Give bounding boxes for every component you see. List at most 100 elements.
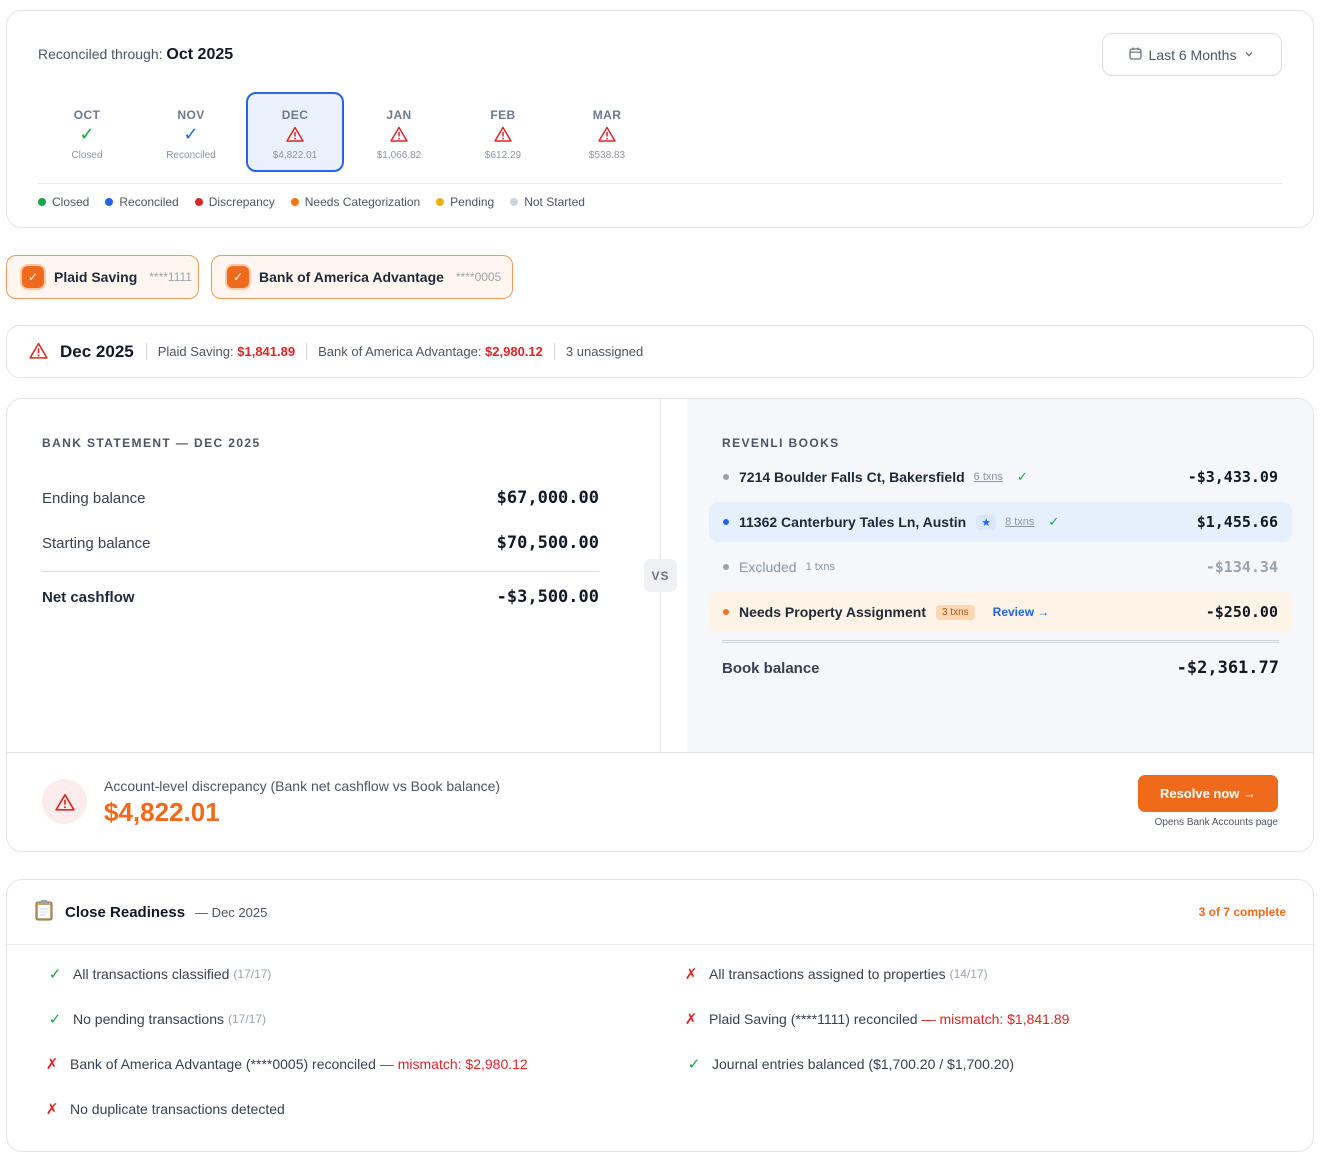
property-amount: $1,455.66	[1196, 513, 1278, 531]
summary-acct1-label: Plaid Saving:	[157, 344, 234, 359]
legend-reconciled: Reconciled	[105, 195, 179, 209]
account-name: Plaid Saving	[54, 269, 138, 285]
checklist-label: Bank of America Advantage (****0005) rec…	[70, 1056, 376, 1072]
account-chip-boa-advantage[interactable]: ✓ Bank of America Advantage ****0005	[211, 255, 513, 299]
star-icon: ★	[976, 514, 997, 530]
property-name: Excluded	[739, 559, 797, 575]
warning-icon	[494, 123, 512, 145]
checklist-detail: (14/17)	[949, 967, 988, 981]
month-oct[interactable]: OCT ✓ Closed	[38, 92, 136, 172]
reconciliation-status-card: Reconciled through: Oct 2025 Last 6 Mont…	[6, 10, 1314, 228]
account-name: Bank of America Advantage	[259, 269, 444, 285]
completion-count: 3 of 7 complete	[1198, 905, 1286, 919]
net-cashflow-value: -$3,500.00	[496, 587, 599, 607]
month-status-text: Closed	[71, 150, 103, 161]
property-name: 11362 Canterbury Tales Ln, Austin	[739, 514, 967, 530]
divider	[42, 571, 599, 572]
month-name: NOV	[177, 108, 205, 122]
summary-acct2-label: Bank of America Advantage:	[318, 344, 482, 359]
checklist-item: ✗ All transactions assigned to propertie…	[681, 965, 988, 983]
month-jan[interactable]: JAN $1,066.82	[350, 92, 448, 172]
check-icon: ✓	[183, 123, 199, 144]
x-icon: ✗	[684, 966, 698, 983]
ending-balance-label: Ending balance	[42, 489, 146, 507]
checklist-detail: (17/17)	[228, 1012, 267, 1026]
checkbox-checked-icon[interactable]: ✓	[227, 266, 249, 288]
checklist-item: ✓ All transactions classified (17/17)	[45, 965, 272, 983]
month-name: DEC	[281, 108, 309, 122]
month-summary-bar: Dec 2025 Plaid Saving: $1,841.89 Bank of…	[6, 325, 1314, 378]
check-icon: ✓	[687, 1056, 701, 1073]
close-readiness-header: Close Readiness — Dec 2025 3 of 7 comple…	[7, 880, 1313, 945]
starting-balance-value: $70,500.00	[496, 533, 599, 553]
month-feb[interactable]: FEB $612.29	[454, 92, 552, 172]
books-pane: REVENLI BOOKS 7214 Boulder Falls Ct, Bak…	[687, 399, 1313, 752]
checklist-label: Journal entries balanced ($1,700.20 / $1…	[712, 1056, 1014, 1072]
divider	[38, 183, 1282, 184]
txns-link[interactable]: 8 txns	[1005, 516, 1034, 528]
starting-balance-label: Starting balance	[42, 534, 151, 552]
property-amount: -$3,433.09	[1187, 468, 1278, 486]
property-amount: -$250.00	[1205, 603, 1278, 621]
checklist-item: ✓ No pending transactions (17/17)	[45, 1010, 266, 1028]
book-row-canterbury-tales[interactable]: 11362 Canterbury Tales Ln, Austin ★ 8 tx…	[709, 502, 1292, 542]
property-name: 7214 Boulder Falls Ct, Bakersfield	[739, 469, 965, 485]
txns-link[interactable]: 6 txns	[974, 471, 1003, 483]
close-readiness-subtitle: — Dec 2025	[195, 904, 268, 920]
chevron-down-icon	[1243, 47, 1255, 63]
review-link[interactable]: Review →	[993, 605, 1050, 619]
account-chip-plaid-saving[interactable]: ✓ Plaid Saving ****1111	[6, 255, 199, 299]
resolve-now-button[interactable]: Resolve now →	[1138, 775, 1278, 812]
checklist-item: ✗ Bank of America Advantage (****0005) r…	[42, 1055, 528, 1073]
book-row-excluded[interactable]: Excluded 1 txns -$134.34	[709, 547, 1292, 587]
account-mask: ****1111	[149, 270, 192, 284]
checklist-item: ✗ No duplicate transactions detected	[42, 1100, 285, 1118]
resolve-note: Opens Bank Accounts page	[1154, 817, 1278, 828]
checklist-item: ✓ Journal entries balanced ($1,700.20 / …	[684, 1055, 1014, 1073]
property-name: Needs Property Assignment	[739, 604, 926, 620]
txns-badge: 3 txns	[935, 604, 975, 620]
account-mask: ****0005	[455, 270, 502, 284]
summary-unassigned: 3 unassigned	[565, 344, 644, 359]
checklist-label: No duplicate transactions detected	[70, 1101, 285, 1117]
warning-icon	[29, 342, 48, 362]
checklist-label: All transactions classified	[73, 966, 230, 982]
warning-icon	[598, 123, 616, 145]
month-status-text: $612.29	[484, 150, 522, 161]
checkbox-checked-icon[interactable]: ✓	[22, 266, 44, 288]
checklist-label: Plaid Saving (****1111) reconciled	[709, 1011, 918, 1027]
legend-not-started: Not Started	[510, 195, 585, 209]
calendar-icon	[1128, 47, 1142, 63]
month-nov[interactable]: NOV ✓ Reconciled	[142, 92, 240, 172]
net-cashflow-label: Net cashflow	[42, 588, 135, 606]
txns-count: 1 txns	[805, 561, 835, 573]
month-name: MAR	[592, 108, 622, 122]
close-readiness-card: Close Readiness — Dec 2025 3 of 7 comple…	[6, 879, 1314, 1152]
bank-statement-pane: BANK STATEMENT — DEC 2025 Ending balance…	[7, 399, 661, 752]
month-mar[interactable]: MAR $538.83	[558, 92, 656, 172]
book-balance-row: Book balance -$2,361.77	[722, 658, 1279, 678]
checklist-label: No pending transactions	[73, 1011, 224, 1027]
close-readiness-title: Close Readiness	[65, 903, 186, 921]
books-heading: REVENLI BOOKS	[722, 436, 840, 450]
month-name: FEB	[490, 108, 516, 122]
date-range-label: Last 6 Months	[1148, 46, 1237, 63]
check-icon: ✓	[79, 123, 95, 144]
month-dec[interactable]: DEC $4,822.01	[246, 92, 344, 172]
check-icon: ✓	[48, 1011, 62, 1028]
x-icon: ✗	[45, 1101, 59, 1118]
book-row-boulder-falls[interactable]: 7214 Boulder Falls Ct, Bakersfield 6 txn…	[709, 457, 1292, 497]
divider	[722, 640, 1279, 643]
book-balance-value: -$2,361.77	[1176, 658, 1279, 678]
vs-badge: VS	[644, 559, 677, 592]
reconciled-through: Reconciled through: Oct 2025	[38, 46, 233, 64]
legend-needs-categorization: Needs Categorization	[290, 195, 420, 209]
summary-title: Dec 2025	[60, 341, 134, 361]
reconciled-through-month: Oct 2025	[166, 46, 234, 63]
x-icon: ✗	[45, 1056, 59, 1073]
warning-icon	[286, 123, 304, 145]
clipboard-icon	[34, 899, 54, 926]
date-range-select[interactable]: Last 6 Months	[1102, 33, 1282, 76]
discrepancy-title: Account-level discrepancy (Bank net cash…	[104, 778, 501, 794]
month-status-text: $4,822.01	[272, 150, 318, 161]
